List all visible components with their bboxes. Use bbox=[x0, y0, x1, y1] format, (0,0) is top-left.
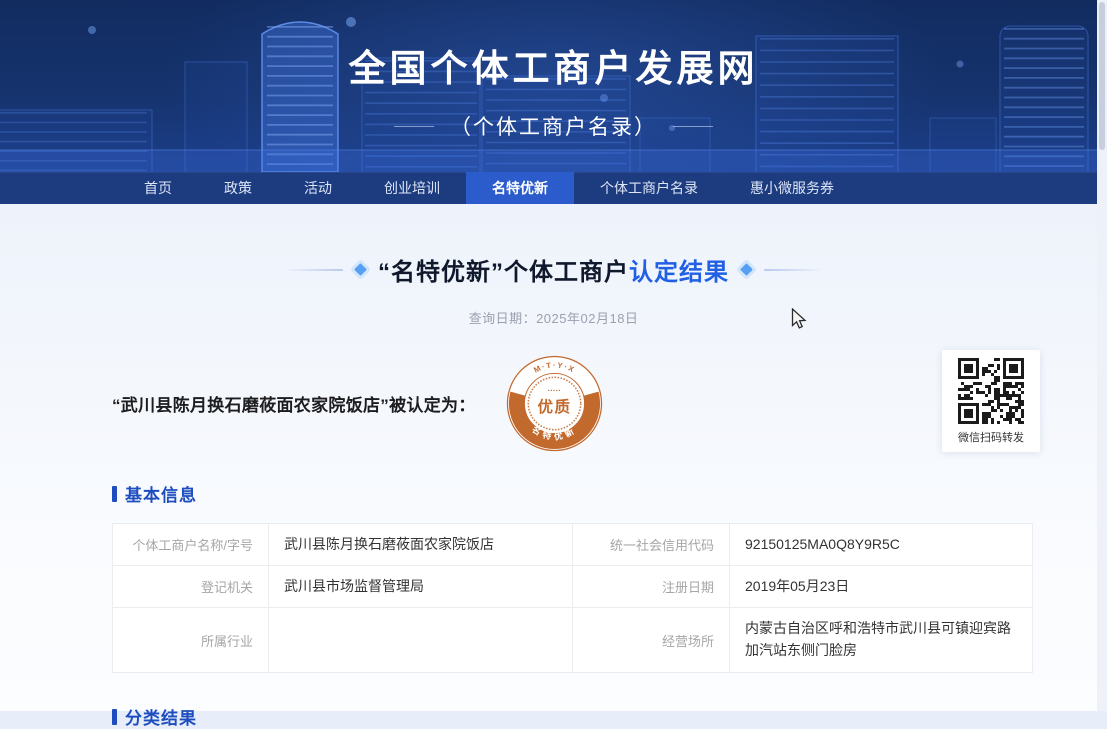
title-left-line bbox=[287, 269, 343, 271]
query-date: 查询日期：2025年02月18日 bbox=[0, 308, 1107, 327]
page-title: 全国个体工商户发展网 bbox=[0, 0, 1107, 92]
table-value: 2019年05月23日 bbox=[730, 566, 1033, 608]
title-right-line bbox=[764, 269, 820, 271]
result-title-prefix: “名特优新”个体工商户 bbox=[378, 259, 629, 286]
badge-center-text: 优质 bbox=[537, 397, 571, 416]
basic-info-section-head: 基本信息 bbox=[112, 481, 1107, 506]
table-value bbox=[269, 608, 573, 673]
table-label: 经营场所 bbox=[573, 608, 730, 673]
table-value: 武川县市场监督管理局 bbox=[269, 566, 573, 608]
nav-item-voucher[interactable]: 惠小微服务券 bbox=[724, 172, 860, 204]
subtitle-left-dash bbox=[394, 126, 434, 127]
nav-item-policy[interactable]: 政策 bbox=[198, 172, 278, 204]
mouse-cursor-icon bbox=[791, 308, 808, 331]
result-title-highlight: 认定结果 bbox=[629, 259, 729, 286]
basic-info-table: 个体工商户名称/字号 武川县陈月换石磨莜面农家院饭店 统一社会信用代码 9215… bbox=[112, 523, 1033, 673]
query-date-label: 查询日期： bbox=[469, 311, 537, 326]
nav-item-mingteyouxin[interactable]: 名特优新 bbox=[466, 172, 574, 204]
table-label: 个体工商户名称/字号 bbox=[113, 524, 269, 566]
certification-statement: “武川县陈月换石磨莜面农家院饭店”被认定为： bbox=[112, 391, 476, 416]
result-title: “名特优新”个体工商户认定结果 bbox=[378, 252, 729, 287]
nav-item-activity[interactable]: 活动 bbox=[278, 172, 358, 204]
page-subtitle-row: （个体工商户名录） bbox=[0, 111, 1107, 141]
classification-section-head: 分类结果 bbox=[112, 704, 1107, 729]
subtitle-right-dash bbox=[673, 126, 713, 127]
site-header: 全国个体工商户发展网 （个体工商户名录） bbox=[0, 0, 1107, 172]
table-label: 注册日期 bbox=[573, 566, 730, 608]
scrollbar-thumb[interactable] bbox=[1099, 2, 1105, 150]
result-title-row: “名特优新”个体工商户认定结果 bbox=[0, 252, 1107, 287]
table-label: 统一社会信用代码 bbox=[573, 524, 730, 566]
section-bar-icon bbox=[112, 486, 117, 502]
qr-caption: 微信扫码转发 bbox=[950, 429, 1032, 445]
nav-item-home[interactable]: 首页 bbox=[118, 172, 198, 204]
query-date-value: 2025年02月18日 bbox=[536, 311, 638, 326]
qr-code-image bbox=[958, 358, 1024, 424]
basic-info-title: 基本信息 bbox=[125, 481, 197, 506]
nav-item-directory[interactable]: 个体工商户名录 bbox=[574, 172, 724, 204]
table-label: 登记机关 bbox=[113, 566, 269, 608]
svg-text:•••••: ••••• bbox=[547, 388, 560, 393]
diamond-icon bbox=[354, 263, 367, 276]
quality-seal-badge: M·T·Y·X ••••• 优质 名特优新 bbox=[506, 355, 603, 452]
main-nav: 首页 政策 活动 创业培训 名特优新 个体工商户名录 惠小微服务券 bbox=[0, 172, 1107, 204]
table-value: 武川县陈月换石磨莜面农家院饭店 bbox=[269, 524, 573, 566]
scrollbar-track[interactable] bbox=[1097, 0, 1107, 711]
table-value: 92150125MA0Q8Y9R5C bbox=[730, 524, 1033, 566]
certification-row: “武川县陈月换石磨莜面农家院饭店”被认定为： M·T·Y·X ••••• 优质 … bbox=[112, 353, 1040, 453]
table-label: 所属行业 bbox=[113, 608, 269, 673]
table-value: 内蒙古自治区呼和浩特市武川县可镇迎宾路加汽站东侧门脸房 bbox=[730, 608, 1033, 673]
page-subtitle: （个体工商户名录） bbox=[450, 111, 657, 141]
qr-share-card: 微信扫码转发 bbox=[942, 350, 1040, 452]
classification-title: 分类结果 bbox=[125, 704, 197, 729]
diamond-icon bbox=[740, 263, 753, 276]
nav-item-training[interactable]: 创业培训 bbox=[358, 172, 466, 204]
